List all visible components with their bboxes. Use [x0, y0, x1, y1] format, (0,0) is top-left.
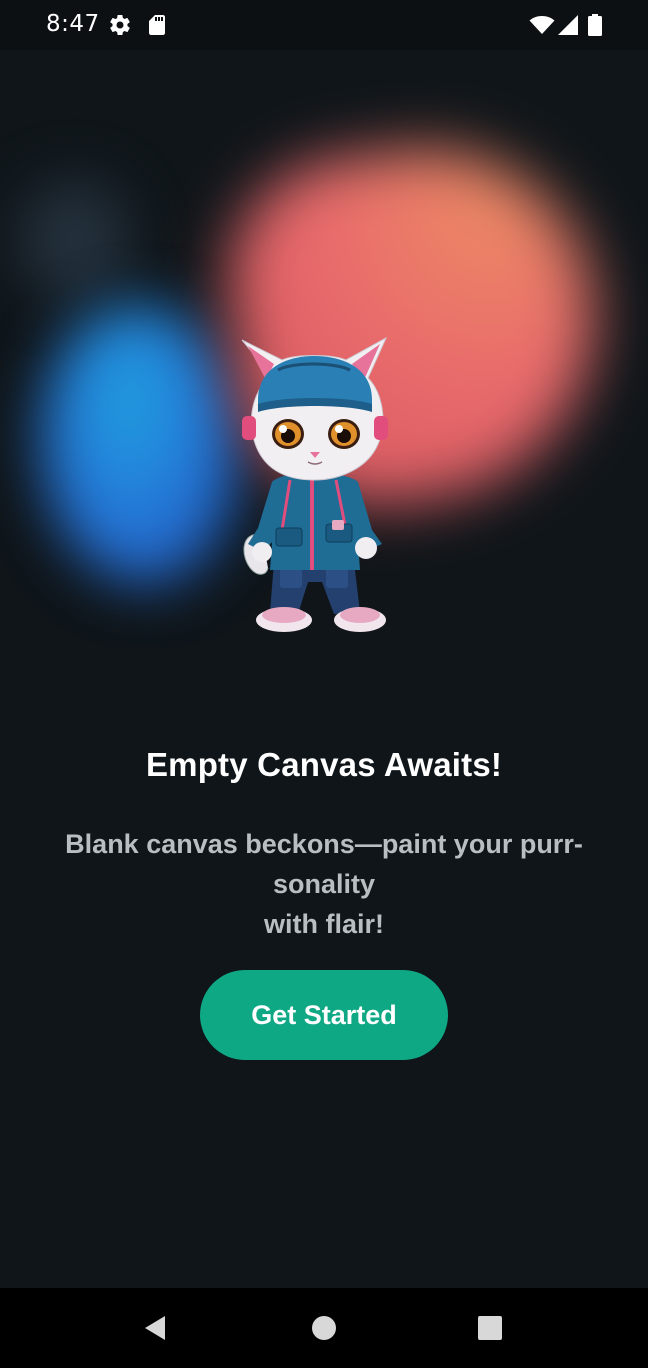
page-title: Empty Canvas Awaits! [145, 746, 503, 783]
get-started-button[interactable]: Get Started [200, 970, 448, 1060]
cat-character-icon [241, 336, 388, 632]
background-blob-dark [20, 180, 130, 300]
subtitle-line-1: Blank canvas beckons—paint your purr-son… [65, 829, 583, 899]
background-blob-blue [40, 305, 240, 585]
navigation-bar [0, 1288, 648, 1368]
signal-icon [558, 15, 578, 35]
onboarding-screen: 8:47 Empty Canvas Awaits! Blank canvas b… [0, 0, 648, 1368]
status-bar: 8:47 [0, 0, 648, 50]
status-time: 8:47 [46, 11, 100, 37]
settings-gear-icon [110, 15, 130, 36]
recents-icon[interactable] [466, 1304, 514, 1352]
sd-card-icon [149, 15, 165, 35]
wifi-icon [529, 16, 555, 34]
battery-icon [588, 14, 602, 36]
home-icon[interactable] [300, 1304, 348, 1352]
page-subtitle: Blank canvas beckons—paint your purr-son… [30, 824, 618, 944]
subtitle-line-2: with flair! [264, 909, 384, 939]
back-icon[interactable] [131, 1304, 179, 1352]
